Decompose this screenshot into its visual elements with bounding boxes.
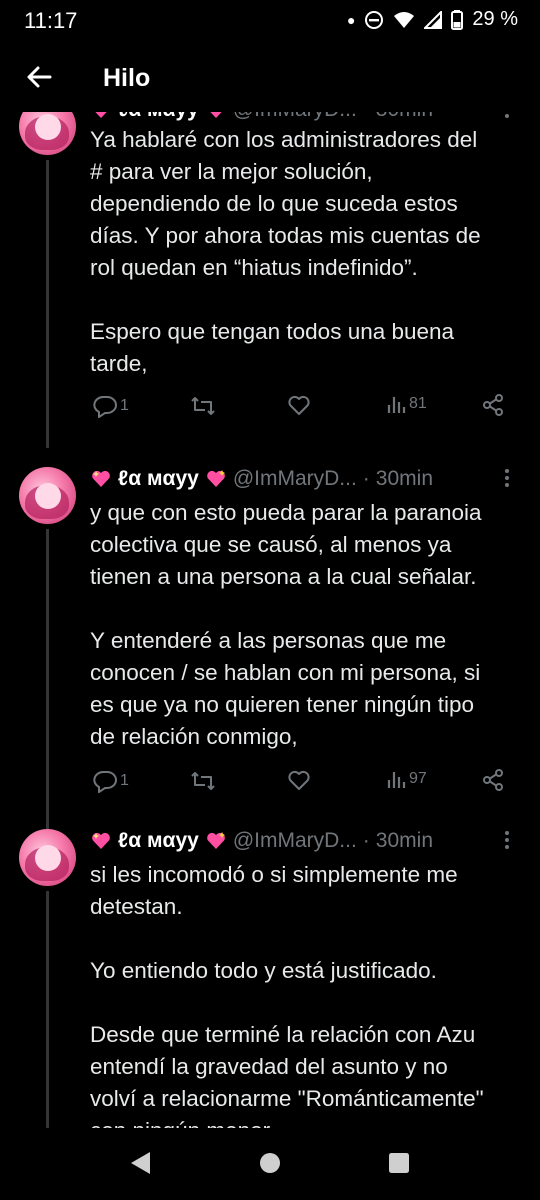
sparkling-heart-icon <box>95 112 107 118</box>
avatar[interactable] <box>19 829 76 886</box>
author-name[interactable]: ℓα мαуу <box>118 467 199 491</box>
sparkling-heart-icon <box>206 832 225 849</box>
author-name[interactable]: ℓα мαуу <box>118 829 199 853</box>
sparkling-heart-icon <box>206 470 225 487</box>
heart-icon <box>288 770 310 790</box>
views-bar-chart-icon <box>387 397 406 413</box>
share-icon <box>483 769 503 791</box>
tweet-text: si les incomodó o si simplemente me dete… <box>90 862 484 1128</box>
timestamp[interactable]: 30min <box>376 467 433 491</box>
sparkling-heart-icon <box>92 470 110 487</box>
author-handle[interactable]: @ImMaryD... <box>233 467 357 491</box>
separator-dot: · <box>363 112 370 122</box>
reply-button[interactable]: 1 <box>92 394 129 418</box>
status-time: 11:17 <box>24 8 78 33</box>
reply-count: 1 <box>120 397 129 414</box>
tweet-1[interactable]: ℓα мαуу @ImMaryD... · 30min Ya hablaré c… <box>0 112 540 448</box>
views-count: 81 <box>409 395 427 412</box>
author-handle[interactable]: @ImMaryD... <box>233 112 357 122</box>
system-navigation-bar <box>0 1128 540 1200</box>
like-button[interactable] <box>287 394 311 416</box>
separator-dot: · <box>362 467 370 490</box>
reply-icon <box>93 771 117 793</box>
tweet-2[interactable]: ℓα мαуу @ImMaryD... · 30min y que con es… <box>0 467 540 829</box>
do-not-disturb-icon <box>365 10 384 29</box>
signal-icon <box>424 10 443 29</box>
sparkling-heart-icon <box>210 112 222 118</box>
timestamp[interactable]: 30min <box>376 829 433 853</box>
share-button[interactable] <box>482 769 504 791</box>
separator-dot: · <box>362 829 370 852</box>
tweet-header: ℓα мαуу @ImMaryD... · 30min <box>90 112 433 122</box>
retweet-button[interactable] <box>190 769 216 793</box>
thread-connector-line <box>46 891 49 1128</box>
tweet-actions: 1 81 <box>90 394 520 424</box>
views-bar-chart-icon <box>387 772 406 788</box>
timestamp[interactable]: 30min <box>376 112 433 122</box>
avatar[interactable] <box>19 467 76 524</box>
tweet-3[interactable]: ℓα мαуу @ImMaryD... · 30min si les incom… <box>0 829 540 1128</box>
thread-feed[interactable]: ℓα мαуу @ImMaryD... · 30min Ya hablaré c… <box>0 112 540 1128</box>
views-button[interactable]: 81 <box>386 394 427 414</box>
page-title: Hilo <box>103 64 151 92</box>
author-handle[interactable]: @ImMaryD... <box>233 829 357 853</box>
back-triangle-icon[interactable] <box>128 1150 152 1176</box>
top-app-bar: Hilo <box>0 40 540 112</box>
sparkling-heart-icon <box>92 832 110 849</box>
avatar[interactable] <box>19 112 76 155</box>
status-icons: ● 29 % <box>347 8 518 31</box>
battery-percent: 29 % <box>472 8 518 30</box>
retweet-icon <box>191 397 215 415</box>
share-button[interactable] <box>482 394 504 416</box>
tweet-text: y que con esto pueda parar la paranoia c… <box>90 500 482 749</box>
status-bar: 11:17 ● 29 % <box>0 0 540 40</box>
reply-icon <box>93 396 117 418</box>
retweet-icon <box>191 772 215 790</box>
reply-button[interactable]: 1 <box>92 769 129 793</box>
back-arrow-icon[interactable] <box>24 62 54 92</box>
author-name[interactable]: ℓα мαуу <box>118 112 199 122</box>
more-options-icon[interactable] <box>504 829 510 851</box>
heart-icon <box>288 395 310 415</box>
more-options-icon[interactable] <box>504 112 510 120</box>
views-button[interactable]: 97 <box>386 769 427 789</box>
like-button[interactable] <box>287 769 311 791</box>
battery-icon <box>451 9 464 30</box>
reply-count: 1 <box>120 772 129 789</box>
views-count: 97 <box>409 770 427 787</box>
tweet-header: ℓα мαуу @ImMaryD... · 30min <box>90 467 433 491</box>
notification-dot-icon: ● <box>346 11 356 28</box>
more-options-icon[interactable] <box>504 467 510 489</box>
wifi-icon <box>394 11 415 28</box>
tweet-header: ℓα мαуу @ImMaryD... · 30min <box>90 829 433 853</box>
tweet-actions: 1 97 <box>90 769 520 799</box>
retweet-button[interactable] <box>190 394 216 418</box>
recents-square-icon[interactable] <box>387 1150 411 1176</box>
thread-connector-line <box>46 160 49 448</box>
tweet-text: Ya hablaré con los administradores del #… <box>90 127 481 376</box>
share-icon <box>483 394 503 416</box>
thread-connector-line <box>46 529 49 829</box>
home-circle-icon[interactable] <box>258 1150 282 1176</box>
